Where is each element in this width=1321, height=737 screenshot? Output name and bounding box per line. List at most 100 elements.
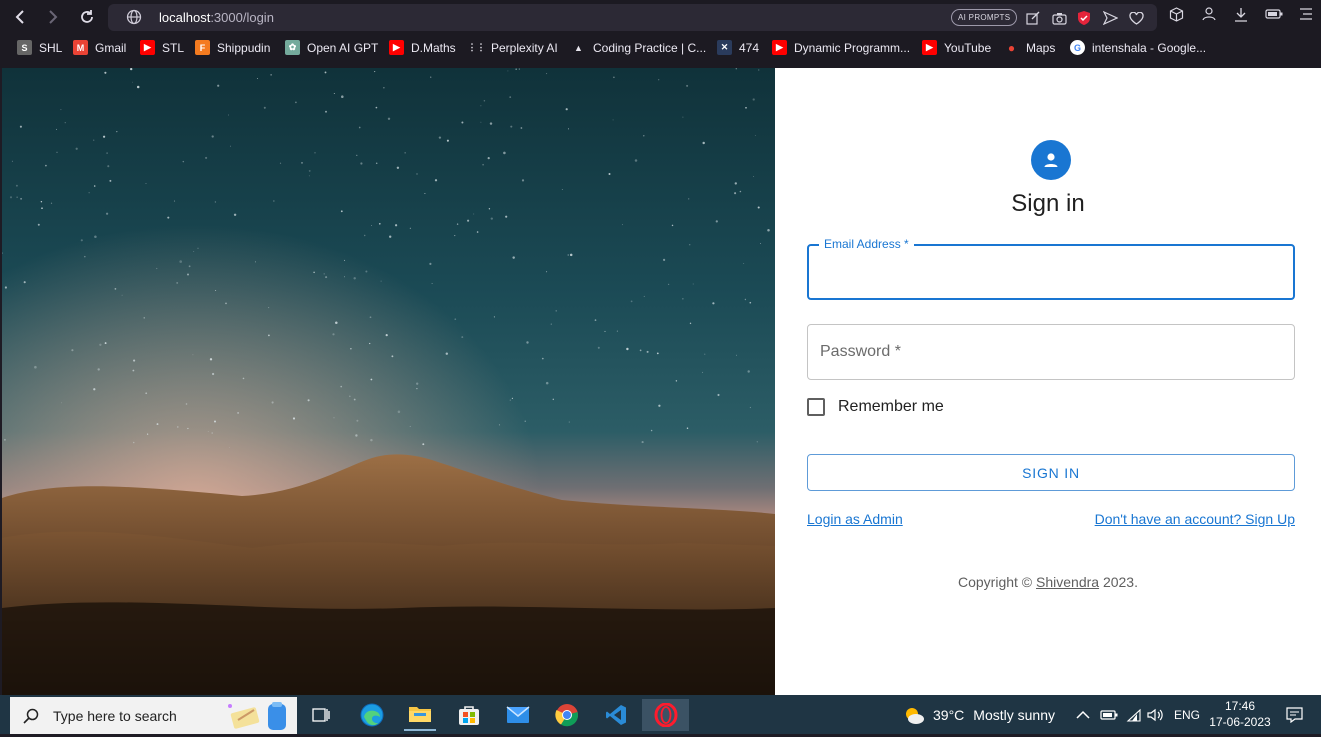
apps-grid-icon: ⋮⋮	[468, 40, 486, 55]
menu-icon[interactable]	[1297, 5, 1315, 23]
download-icon[interactable]	[1232, 5, 1250, 23]
weather-condition: Mostly sunny	[973, 706, 1055, 723]
bookmark-label: Shippudin	[217, 40, 271, 55]
bookmark-item[interactable]: ✿ Open AI GPT	[285, 40, 378, 55]
taskbar-search[interactable]: Type here to search	[10, 697, 297, 734]
copyright-prefix: Copyright ©	[958, 574, 1037, 590]
email-field[interactable]: Email Address *	[807, 237, 1295, 300]
bookmark-label: 474	[739, 40, 760, 55]
shl-icon: S	[17, 40, 32, 55]
bookmark-item[interactable]: F Shippudin	[195, 40, 270, 55]
language-indicator[interactable]: ENG	[1174, 695, 1200, 734]
wifi-icon[interactable]	[1126, 695, 1142, 734]
bookmark-label: Coding Practice | C...	[593, 40, 707, 55]
codeforces-icon: ✕	[717, 40, 732, 55]
bookmark-label: Perplexity AI	[491, 40, 558, 55]
file-explorer-icon[interactable]	[404, 699, 436, 731]
url-text[interactable]: localhost:3000/login	[159, 10, 274, 25]
email-label: Email Address *	[819, 237, 914, 251]
user-avatar-icon	[1031, 140, 1071, 180]
bookmark-label: Open AI GPT	[307, 40, 379, 55]
bookmark-item[interactable]: ⋮⋮ Perplexity AI	[468, 40, 558, 55]
profile-icon[interactable]	[1200, 5, 1218, 23]
copyright: Copyright © Shivendra 2023.	[775, 574, 1321, 590]
show-hidden-icons[interactable]	[1076, 695, 1090, 734]
author-link[interactable]: Shivendra	[1036, 574, 1099, 590]
address-bar[interactable]: localhost:3000/login AI PROMPTS	[108, 4, 1157, 31]
bookmark-item[interactable]: ▶ Dynamic Programm...	[772, 40, 910, 55]
camera-icon[interactable]	[1050, 9, 1068, 27]
ai-prompts-button[interactable]: AI PROMPTS	[951, 9, 1018, 26]
bookmarks-bar: S SHL M Gmail ▶ STL F Shippudin ✿ Open AI GPT ▶ D.M…	[0, 38, 1321, 62]
system-clock[interactable]: 17:46 17-06-2023	[1206, 698, 1274, 730]
bookmark-item[interactable]: Gintenshala - Google...	[1070, 40, 1206, 55]
hero-image	[2, 68, 775, 695]
bookmark-item[interactable]: ▶ STL	[140, 40, 184, 55]
bookmark-item[interactable]: ✕ 474	[717, 40, 759, 55]
search-icon	[23, 708, 39, 724]
microsoft-store-icon[interactable]	[453, 699, 485, 731]
bookmark-label: intenshala - Google...	[1092, 40, 1207, 55]
bookmark-item[interactable]: ▶ D.Maths	[389, 40, 456, 55]
reload-button[interactable]	[75, 6, 99, 28]
send-icon[interactable]	[1101, 9, 1119, 27]
edge-icon[interactable]	[356, 699, 388, 731]
gmail-icon: M	[73, 40, 88, 55]
copyright-suffix: 2023.	[1099, 574, 1138, 590]
sun-cloud-icon	[903, 705, 925, 725]
bookmark-item[interactable]: ▶ YouTube	[922, 40, 991, 55]
youtube-icon: ▶	[922, 40, 937, 55]
clock-time: 17:46	[1224, 699, 1256, 713]
opera-icon[interactable]	[642, 699, 689, 731]
bookmark-label: STL	[162, 40, 185, 55]
weather-widget[interactable]: 39°C Mostly sunny	[903, 695, 1055, 734]
url-path: :3000/login	[210, 10, 274, 25]
bookmark-item[interactable]: ● Maps	[1004, 40, 1055, 55]
remember-me-label: Remember me	[838, 398, 944, 415]
mountain-icon: ▲	[571, 40, 586, 55]
bookmark-item[interactable]: M Gmail	[73, 40, 126, 55]
notifications-icon[interactable]	[1286, 695, 1303, 734]
chrome-icon[interactable]	[551, 699, 583, 731]
email-input[interactable]	[821, 256, 1281, 290]
password-input[interactable]	[820, 335, 1280, 369]
google-icon: G	[1070, 40, 1085, 55]
battery-icon[interactable]	[1100, 695, 1118, 734]
page-title: Sign in	[1011, 190, 1085, 217]
bookmark-label: D.Maths	[411, 40, 456, 55]
shippudin-icon: F	[195, 40, 210, 55]
cube-icon[interactable]	[1167, 5, 1185, 23]
bookmark-label: YouTube	[944, 40, 992, 55]
login-as-admin-link[interactable]: Login as Admin	[807, 511, 903, 527]
password-field[interactable]	[807, 324, 1295, 380]
browser-toolbar: localhost:3000/login AI PROMPTS S SHL M Gma…	[0, 0, 1321, 68]
url-host: localhost	[159, 10, 211, 25]
youtube-icon: ▶	[140, 40, 155, 55]
globe-icon	[126, 9, 142, 30]
battery-saver-icon[interactable]	[1265, 5, 1283, 23]
forward-button[interactable]	[41, 6, 65, 28]
vscode-icon[interactable]	[600, 699, 632, 731]
maps-pin-icon: ●	[1007, 40, 1016, 55]
openai-icon: ✿	[285, 40, 300, 55]
remember-me-checkbox[interactable]	[807, 398, 825, 416]
volume-icon[interactable]	[1147, 695, 1164, 734]
heart-icon[interactable]	[1127, 9, 1145, 27]
remember-me[interactable]: Remember me	[807, 398, 944, 416]
youtube-icon: ▶	[389, 40, 404, 55]
sign-up-link[interactable]: Don't have an account? Sign Up	[1095, 511, 1295, 527]
bookmark-label: SHL	[39, 40, 63, 55]
edit-icon[interactable]	[1024, 9, 1042, 27]
sign-in-button[interactable]: SIGN IN	[807, 454, 1295, 491]
youtube-icon: ▶	[772, 40, 787, 55]
bookmark-item[interactable]: S SHL	[17, 40, 62, 55]
bookmark-item[interactable]: ▲ Coding Practice | C...	[571, 40, 706, 55]
mail-icon[interactable]	[502, 699, 534, 731]
search-highlight-icon	[224, 700, 292, 737]
adblock-shield-icon[interactable]	[1075, 9, 1093, 27]
task-view-icon[interactable]	[305, 699, 337, 731]
clock-date: 17-06-2023	[1209, 715, 1271, 729]
login-panel: Sign in Email Address * Remember me SIGN…	[775, 68, 1321, 695]
bookmark-label: Dynamic Programm...	[794, 40, 911, 55]
back-button[interactable]	[8, 6, 32, 28]
